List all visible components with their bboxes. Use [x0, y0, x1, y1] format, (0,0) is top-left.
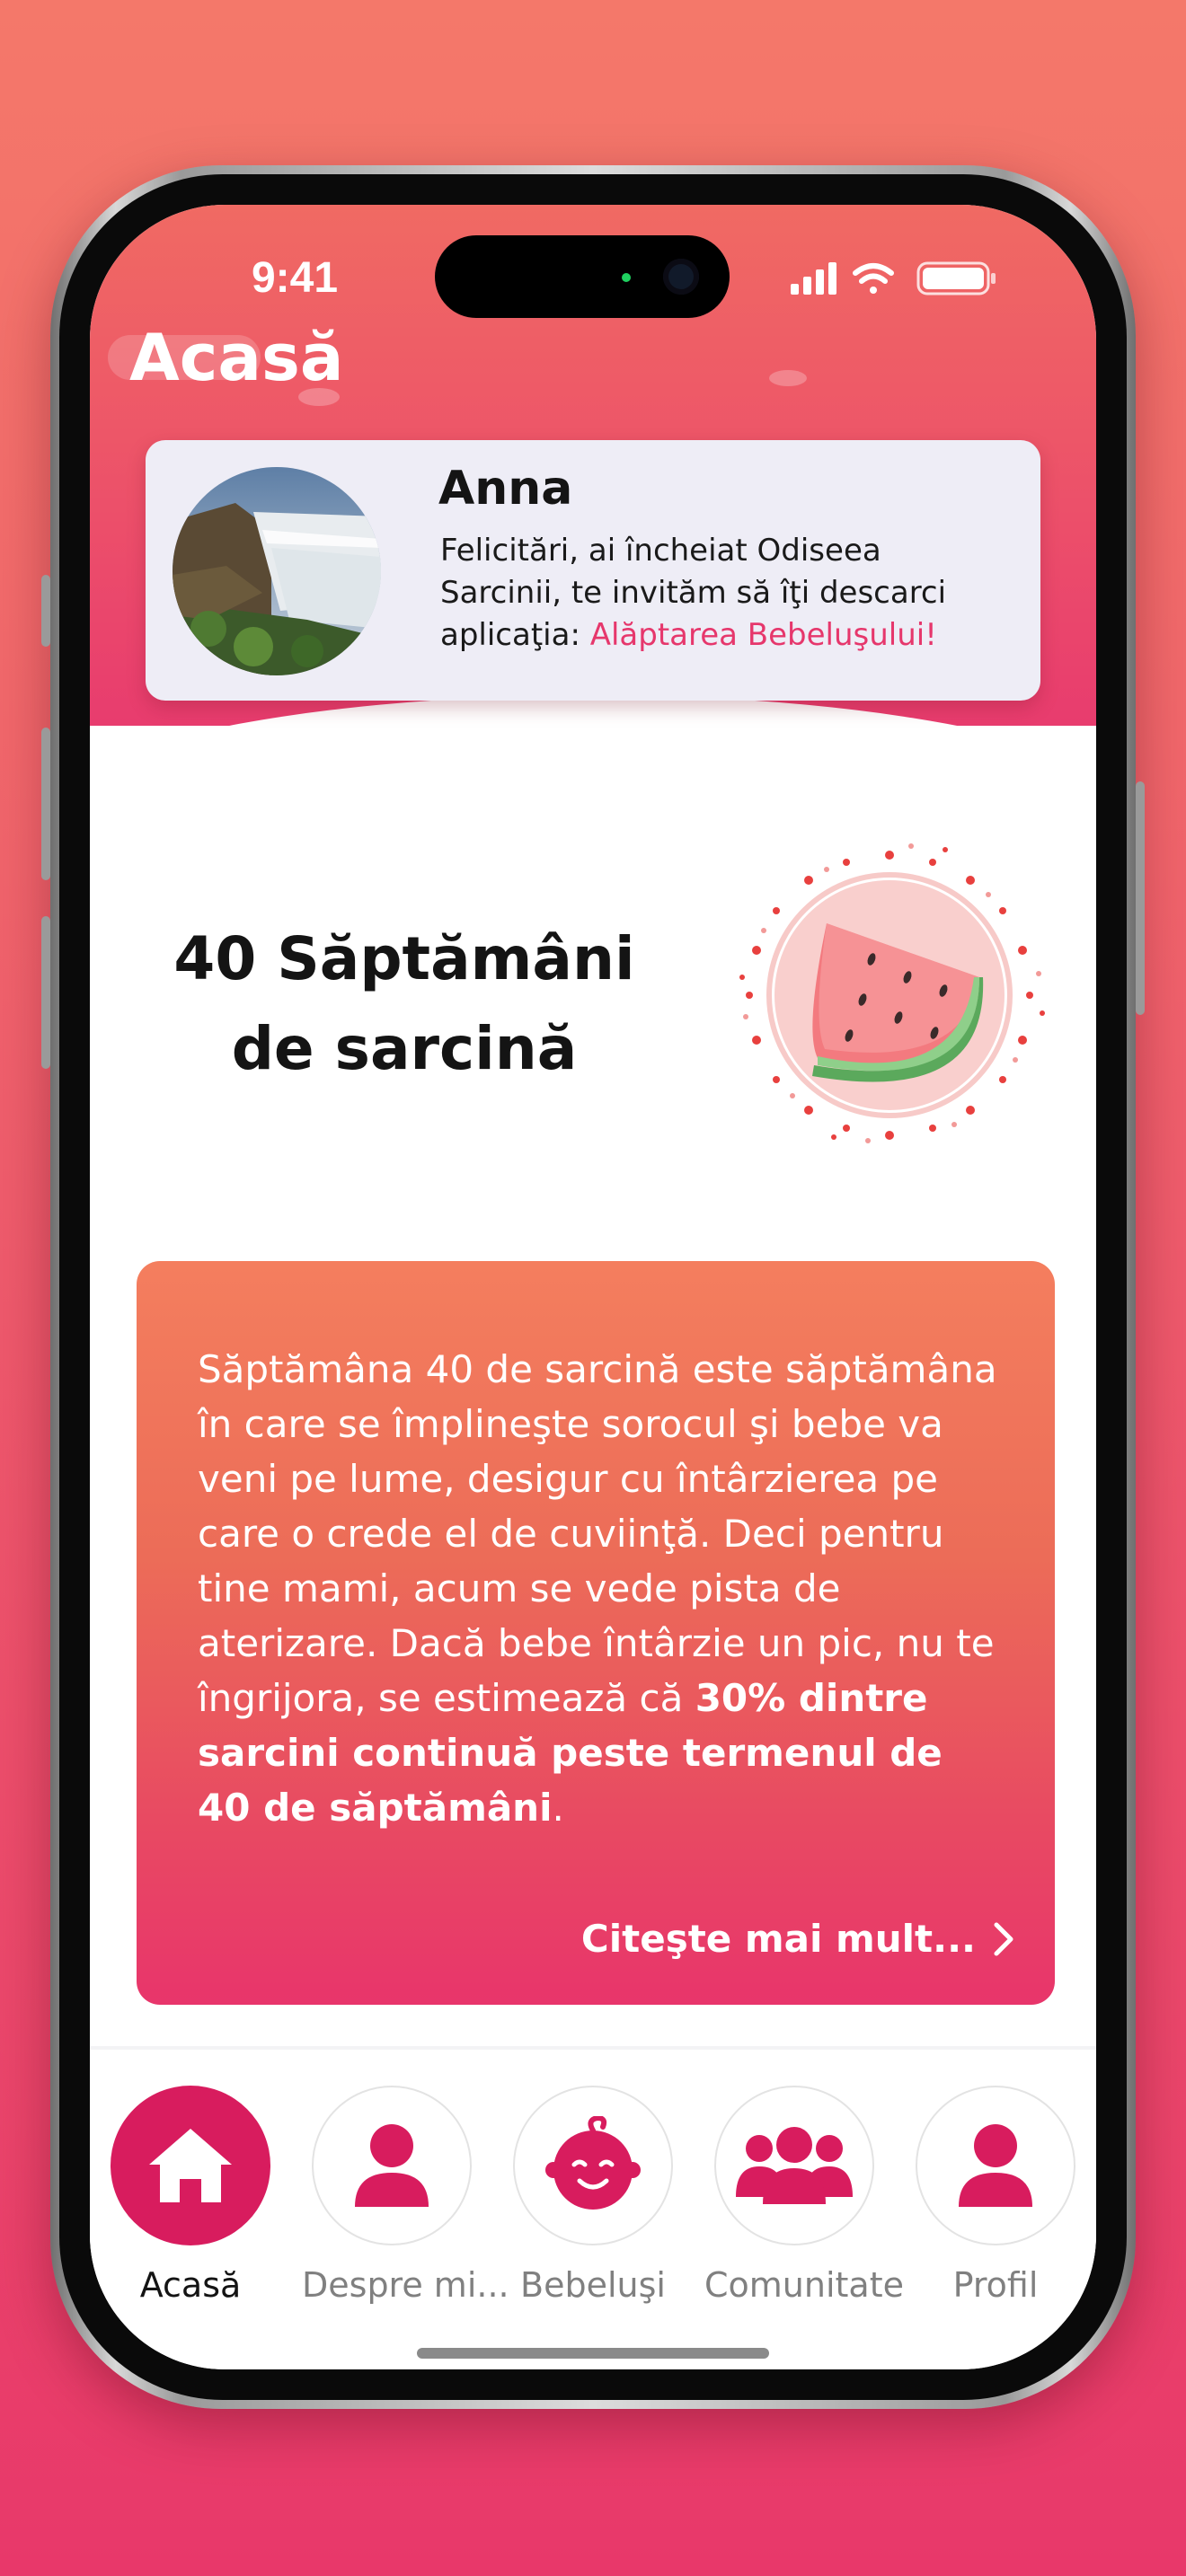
tab-babies-button[interactable]	[513, 2086, 673, 2245]
battery-icon	[916, 261, 996, 296]
home-indicator	[417, 2348, 769, 2359]
tab-about-me-button[interactable]	[312, 2086, 472, 2245]
action-button	[41, 575, 50, 647]
decor-bubble	[769, 370, 807, 386]
tab-community-button[interactable]	[714, 2086, 874, 2245]
app-download-link[interactable]: Alăptarea Bebeluşului!	[590, 617, 937, 653]
volume-down-button	[41, 916, 50, 1069]
read-more-link[interactable]: Citeşte mai mult...	[581, 1917, 1015, 1961]
front-camera	[663, 259, 699, 295]
avatar[interactable]	[173, 467, 381, 675]
cellular-signal-icon	[791, 262, 836, 295]
week-description-card: Săptămâna 40 de sarcină este săptămâna î…	[137, 1261, 1055, 2005]
tab-home[interactable]: Acasă	[101, 2086, 280, 2305]
status-time: 9:41	[251, 254, 339, 302]
tab-home-label: Acasă	[139, 2265, 242, 2305]
profile-message: Felicitări, ai încheiat Odiseea Sarcinii…	[440, 530, 997, 657]
privacy-indicator-dot	[622, 273, 631, 282]
person-icon	[355, 2124, 429, 2207]
tab-community[interactable]: Comunitate	[704, 2086, 904, 2305]
profile-card[interactable]: Anna Felicitări, ai încheiat Odiseea Sar…	[146, 440, 1040, 701]
tab-home-button[interactable]	[111, 2086, 270, 2245]
app-screen: 9:41 Acasă Anna Felicitări, ai încheiat …	[90, 205, 1096, 2369]
tab-about-me[interactable]: Despre mi...	[302, 2086, 509, 2305]
tab-profile-label: Profil	[952, 2265, 1039, 2305]
wifi-icon	[853, 263, 894, 294]
bottom-tab-bar: Acasă Despre mi... Bebeluşi Comunitate P…	[90, 2046, 1096, 2369]
home-icon	[149, 2129, 232, 2202]
dynamic-island	[435, 235, 730, 318]
tab-profile[interactable]: Profil	[906, 2086, 1085, 2305]
tab-babies[interactable]: Bebeluşi	[503, 2086, 683, 2305]
week-description: Săptămâna 40 de sarcină este săptămâna î…	[198, 1342, 1006, 1835]
page-title: Acasă	[129, 320, 344, 395]
profile-icon	[959, 2124, 1032, 2207]
baby-icon	[545, 2116, 641, 2210]
community-icon	[736, 2127, 853, 2204]
tab-about-me-label: Despre mi...	[302, 2265, 509, 2305]
tab-profile-button[interactable]	[916, 2086, 1075, 2245]
description-end: .	[552, 1786, 564, 1830]
watermelon-illustration	[719, 825, 1060, 1166]
tab-community-label: Comunitate	[704, 2265, 904, 2305]
week-title: 40 Săptămâni de sarcină	[173, 924, 635, 1083]
description-text: Săptămâna 40 de sarcină este săptămâna î…	[198, 1347, 997, 1720]
read-more-label: Citeşte mai mult...	[580, 1917, 976, 1961]
power-button	[1136, 781, 1145, 1015]
chevron-right-icon	[994, 1922, 1013, 1955]
tab-babies-label: Bebeluşi	[520, 2265, 666, 2305]
volume-up-button	[41, 728, 50, 880]
profile-name: Anna	[438, 462, 573, 516]
status-icons	[791, 260, 1006, 296]
